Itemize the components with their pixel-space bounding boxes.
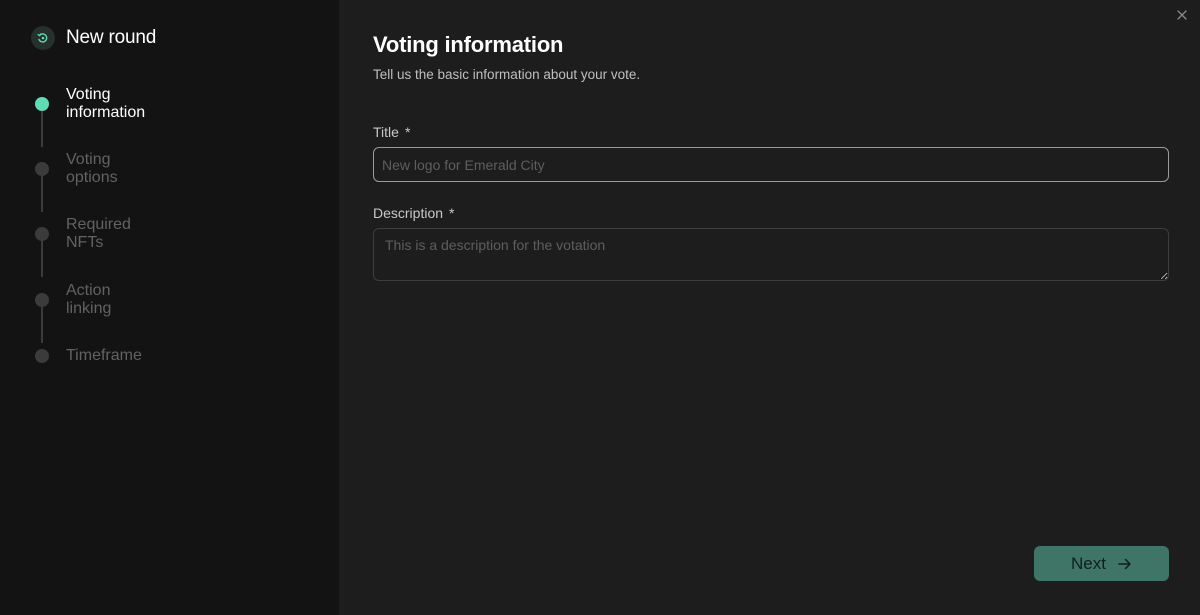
title-input[interactable] (373, 147, 1169, 182)
step-required-nfts[interactable]: Required NFTs (35, 216, 131, 252)
title-label-text: Title (373, 124, 399, 140)
description-label-text: Description (373, 205, 444, 221)
step-label: Voting information (66, 86, 146, 121)
step-label: Action linking (66, 282, 112, 317)
next-button[interactable]: Next (1034, 546, 1169, 581)
step-timeframe[interactable]: Timeframe (35, 347, 142, 365)
new-round-modal: New round Voting information Voting opti… (0, 0, 1200, 615)
step-voting-information[interactable]: Voting information (35, 86, 145, 122)
close-icon[interactable] (1174, 7, 1190, 23)
step-voting-options[interactable]: Voting options (35, 151, 118, 187)
step-indicator-active (35, 97, 49, 111)
required-mark: * (449, 205, 455, 221)
main-panel: Voting information Tell us the basic inf… (339, 0, 1200, 615)
step-action-linking[interactable]: Action linking (35, 282, 111, 318)
page-subtitle: Tell us the basic information about your… (373, 67, 641, 82)
description-input[interactable] (373, 228, 1169, 281)
step-indicator (35, 162, 49, 176)
title-label: Title * (373, 124, 410, 140)
step-label: Timeframe (66, 347, 142, 364)
sidebar-title: New round (66, 27, 157, 48)
sidebar: New round Voting information Voting opti… (0, 0, 339, 615)
arrow-right-icon (1118, 558, 1132, 570)
step-label: Voting options (66, 151, 118, 186)
next-button-label: Next (1071, 553, 1106, 573)
step-indicator (35, 293, 49, 307)
required-mark: * (404, 124, 411, 140)
step-indicator (35, 349, 49, 363)
page-title: Voting information (373, 32, 564, 57)
sidebar-header: New round (31, 26, 156, 50)
round-icon (31, 26, 55, 50)
step-label: Required NFTs (66, 216, 131, 251)
step-indicator (35, 227, 49, 241)
description-label: Description * (373, 205, 454, 221)
